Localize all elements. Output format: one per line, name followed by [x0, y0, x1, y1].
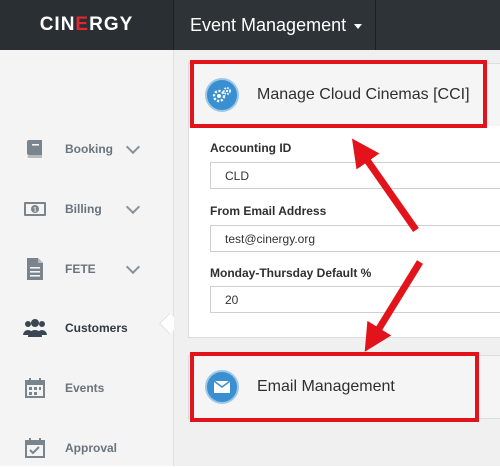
annotation-arrows [351, 138, 423, 352]
arrow-down-icon [364, 260, 423, 352]
arrow-up-icon [351, 138, 419, 233]
